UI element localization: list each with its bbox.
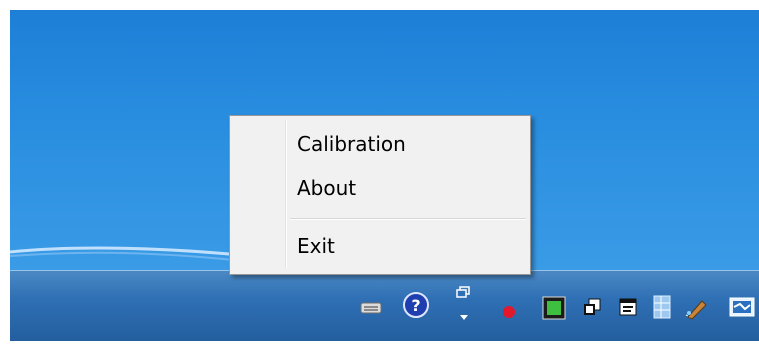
menu-item-calibration[interactable]: Calibration: [233, 126, 525, 162]
menu-separator: [290, 218, 526, 220]
grid-icon[interactable]: [652, 295, 672, 323]
windows-copy-icon[interactable]: [582, 297, 602, 321]
green-chip-icon[interactable]: [541, 295, 567, 325]
menu-item-calibration-label: Calibration: [297, 132, 406, 156]
keyboard-icon[interactable]: [360, 299, 382, 319]
taskbar: ?: [10, 270, 759, 341]
tray-context-menu: Calibration About Exit: [229, 115, 531, 275]
notepad-icon[interactable]: [618, 297, 638, 321]
network-monitor-icon[interactable]: [728, 295, 756, 325]
menu-item-exit[interactable]: Exit: [233, 228, 525, 264]
svg-text:?: ?: [411, 296, 420, 315]
menu-item-about[interactable]: About: [233, 170, 525, 206]
red-dot-icon[interactable]: [502, 304, 516, 323]
menu-item-about-label: About: [297, 176, 357, 200]
restore-window-icon[interactable]: [456, 285, 472, 325]
pen-icon[interactable]: [684, 295, 710, 325]
menu-item-exit-label: Exit: [297, 234, 335, 258]
help-icon[interactable]: ?: [402, 291, 430, 323]
